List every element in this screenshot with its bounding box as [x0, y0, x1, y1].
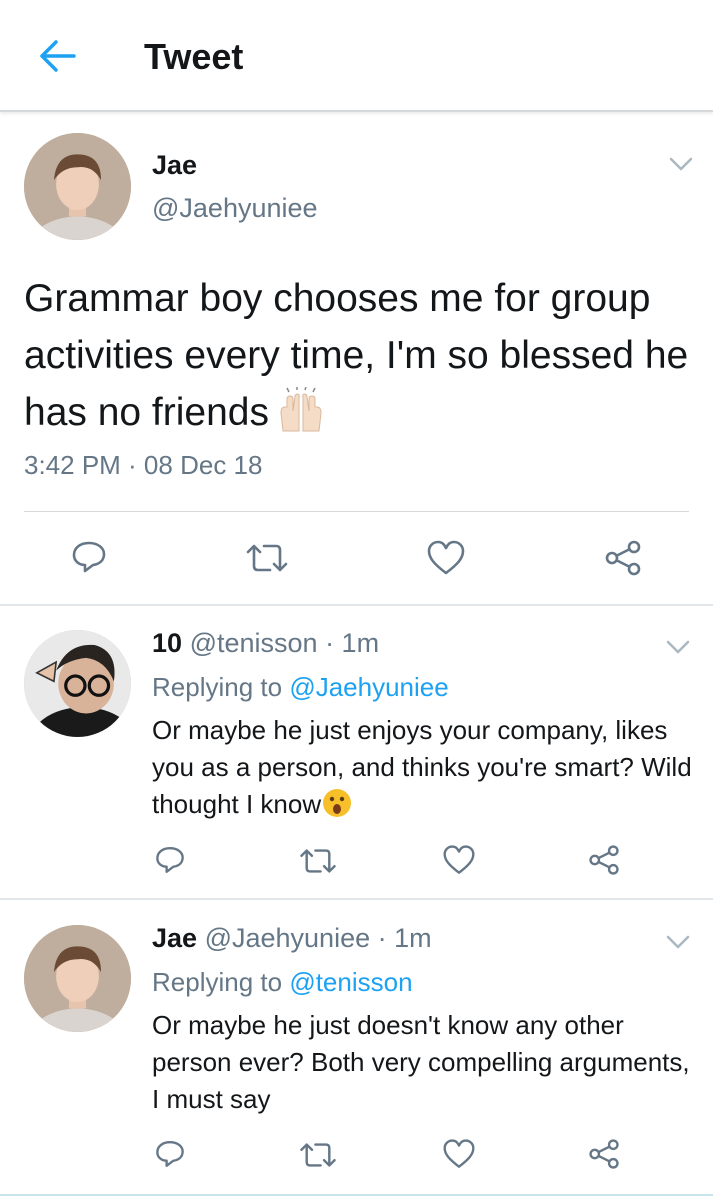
replying-to-link[interactable]: @tenisson — [289, 967, 412, 997]
replying-to-link[interactable]: @Jaehyuniee — [289, 672, 448, 702]
reply-body: Or maybe he just doesn't know any other … — [152, 1010, 690, 1114]
tweet-text: Grammar boy chooses me for group activit… — [24, 270, 704, 441]
reply-author-handle[interactable]: @tenisson — [190, 628, 318, 658]
replying-to-label: Replying to — [152, 672, 283, 702]
reply-text: Or maybe he just enjoys your company, li… — [152, 712, 692, 823]
reply-time: · 1m — [325, 628, 380, 658]
avatar[interactable] — [24, 133, 131, 240]
replying-to: Replying to @Jaehyuniee — [152, 672, 449, 703]
reply-time: · 1m — [377, 923, 432, 953]
chevron-down-icon[interactable] — [665, 638, 691, 656]
reply-author-handle[interactable]: @Jaehyuniee — [205, 923, 371, 953]
replying-to-label: Replying to — [152, 967, 283, 997]
divider — [0, 898, 713, 900]
reply-header: 10 @tenisson · 1m — [152, 628, 379, 659]
divider — [0, 1194, 713, 1196]
reply-author-name[interactable]: 10 — [152, 628, 182, 658]
retweet-icon[interactable] — [244, 540, 290, 576]
retweet-icon[interactable] — [298, 1139, 338, 1171]
page-title: Tweet — [144, 36, 244, 77]
heart-icon[interactable] — [426, 539, 466, 577]
divider — [0, 604, 713, 606]
raising-hands-emoji — [275, 386, 327, 433]
avatar[interactable] — [24, 630, 131, 737]
heart-icon[interactable] — [442, 844, 476, 876]
tweet-timestamp: 3:42 PM · 08 Dec 18 — [24, 450, 263, 480]
hushed-face-emoji — [321, 787, 353, 819]
heart-icon[interactable] — [442, 1138, 476, 1170]
retweet-icon[interactable] — [298, 845, 338, 877]
reply-header: Jae @Jaehyuniee · 1m — [152, 923, 432, 954]
avatar[interactable] — [24, 925, 131, 1032]
author-name[interactable]: Jae — [152, 150, 197, 181]
chevron-down-icon[interactable] — [665, 933, 691, 951]
share-icon[interactable] — [588, 844, 620, 876]
author-handle[interactable]: @Jaehyuniee — [152, 193, 318, 224]
divider — [24, 511, 689, 512]
back-arrow-icon[interactable] — [34, 36, 78, 76]
reply-text: Or maybe he just doesn't know any other … — [152, 1007, 692, 1118]
share-icon[interactable] — [604, 539, 642, 577]
tweet-body: Grammar boy chooses me for group activit… — [24, 277, 689, 434]
reply-icon[interactable] — [70, 538, 108, 576]
reply-body: Or maybe he just enjoys your company, li… — [152, 715, 692, 819]
top-app-bar: Tweet — [0, 0, 713, 112]
replying-to: Replying to @tenisson — [152, 967, 413, 998]
chevron-down-icon[interactable] — [668, 155, 694, 173]
share-icon[interactable] — [588, 1138, 620, 1170]
reply-icon[interactable] — [154, 844, 186, 876]
reply-author-name[interactable]: Jae — [152, 923, 197, 953]
reply-icon[interactable] — [154, 1138, 186, 1170]
